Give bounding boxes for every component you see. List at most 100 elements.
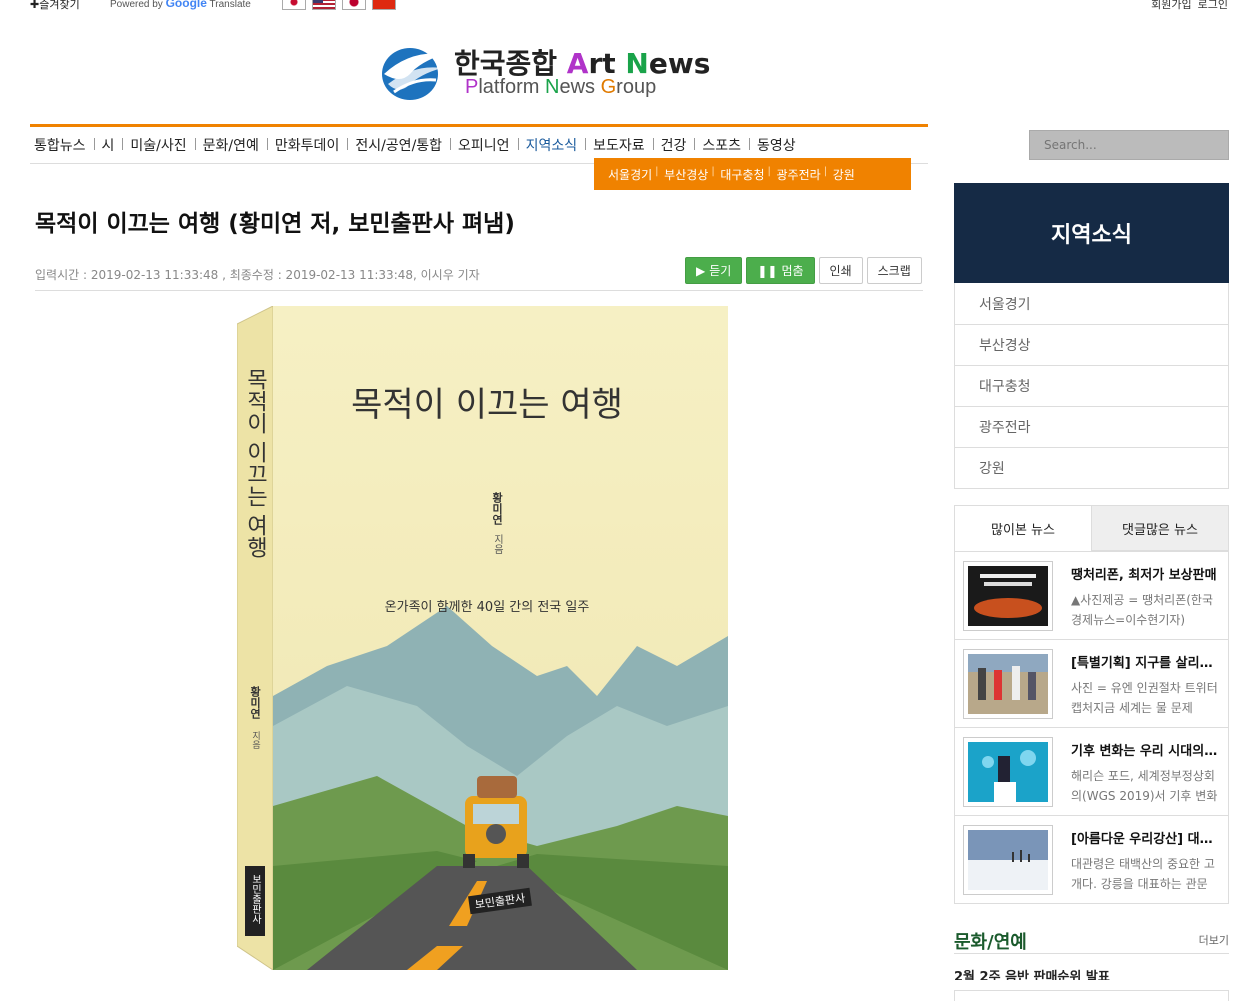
korea-flag-icon[interactable] [282, 0, 306, 10]
logo-subtitle: Platform News Group [465, 76, 656, 99]
logo-ews: ews [648, 47, 711, 80]
nav-item-active[interactable]: 지역소식 [517, 135, 586, 155]
region-link[interactable]: 광주전라 [955, 406, 1228, 447]
article-tools: ▶ 듣기 ❚❚ 멈춤 인쇄 스크랩 [685, 257, 922, 284]
culture-first-item[interactable]: 2월 2주 음반 판매순위 발표 [954, 966, 1229, 980]
region-link[interactable]: 대구충청 [955, 365, 1228, 406]
tabs-header: 많이본 뉴스 댓글많은 뉴스 [955, 506, 1228, 551]
spine-title: 목적이 이끄는 여행 [243, 368, 268, 558]
spine-author-suffix: 지음 [250, 731, 260, 749]
news-thumbnail [963, 825, 1053, 895]
article-title: 목적이 이끄는 여행 (황미연 저, 보민출판사 펴냄) [35, 211, 515, 237]
login-link[interactable]: 로그인 [1198, 0, 1228, 12]
popular-news-tabs: 많이본 뉴스 댓글많은 뉴스 땡처리폰, 최저가 보상판매 ▲사진제공 = 땡처… [954, 505, 1229, 904]
nav-item[interactable]: 만화투데이 [266, 135, 347, 155]
region-link[interactable]: 부산경상 [955, 324, 1228, 365]
nav-item[interactable]: 문화/연예 [194, 135, 267, 155]
news-thumbnail [963, 561, 1053, 631]
subnav-item[interactable]: 서울경기 [602, 166, 658, 183]
spine-author: 황미연 [249, 685, 262, 719]
google-brand: Google [165, 0, 207, 10]
news-title: 기후 변화는 우리 시대의 문제 [1071, 744, 1221, 759]
region-heading: 지역소식 [954, 183, 1229, 283]
china-flag-icon[interactable] [372, 0, 396, 10]
logo-sub-n: N [545, 76, 560, 98]
book-tagline: 온가족이 함께한 40일 간의 전국 일주 [385, 600, 590, 615]
meta-divider [35, 290, 923, 291]
listen-label: 듣기 [709, 264, 732, 278]
play-icon: ▶ [696, 263, 706, 278]
car-wheel [463, 854, 475, 868]
nav-item[interactable]: 시 [93, 135, 123, 155]
powered-prefix: Powered by [110, 0, 163, 10]
stop-label: 멈춤 [781, 264, 804, 278]
nav-item[interactable]: 건강 [652, 135, 695, 155]
search-input[interactable] [1030, 131, 1228, 159]
spine-publisher: 보민출판사 [250, 874, 262, 925]
nav-item[interactable]: 보도자료 [585, 135, 653, 155]
book-author-suffix: 지음 [492, 534, 504, 554]
book-cover-image: 목적이 이끄는 여행 황미연 지음 온가족이 함께한 40일 간의 전국 일주 … [237, 306, 728, 970]
language-flags [282, 0, 396, 10]
bookmark-label: 즐겨찾기 [39, 0, 80, 11]
news-title: [아름다운 우리강산] 대관령 [1071, 832, 1221, 847]
stop-button[interactable]: ❚❚ 멈춤 [746, 257, 815, 284]
search-box [1029, 130, 1229, 160]
logo-wave-icon [382, 48, 444, 100]
region-list: 서울경기 부산경상 대구충청 광주전라 강원 [954, 283, 1229, 489]
news-item[interactable]: 땡처리폰, 최저가 보상판매 ▲사진제공 = 땡처리폰(한국경제뉴스=이수현기자… [955, 551, 1228, 639]
subnav-item[interactable]: 강원 [824, 166, 861, 183]
region-link[interactable]: 서울경기 [955, 283, 1228, 324]
bookmark-link[interactable]: ✚즐겨찾기 [30, 0, 80, 12]
print-button[interactable]: 인쇄 [818, 257, 863, 284]
news-snippet: ▲사진제공 = 땡처리폰(한국경제뉴스=이수현기자) [1071, 593, 1213, 627]
nav-item[interactable]: 미술/사진 [122, 135, 194, 155]
subnav-item[interactable]: 광주전라 [768, 166, 827, 183]
nav-item[interactable]: 동영상 [749, 135, 804, 155]
news-item[interactable]: [아름다운 우리강산] 대관령 대관령은 태백산의 중요한 고개다. 강릉을 대… [955, 815, 1228, 903]
news-item[interactable]: 기후 변화는 우리 시대의 문제 해리슨 포드, 세계정부정상회의(WGS 20… [955, 727, 1228, 815]
spare-tire [486, 824, 506, 844]
news-thumbnail [963, 737, 1053, 807]
news-snippet: 사진 = 유엔 인권절차 트위터 캡처지금 세계는 물 문제 [1071, 681, 1218, 715]
logo-sub-roup: roup [616, 76, 657, 98]
book-author-text: 황미연 [491, 491, 504, 525]
news-thumbnail [963, 649, 1053, 719]
subnav-item[interactable]: 부산경상 [655, 166, 714, 183]
user-links: 회원가입 로그인 [1151, 0, 1228, 12]
more-link[interactable]: 더보기 [1199, 932, 1229, 948]
news-snippet: 대관령은 태백산의 중요한 고개다. 강릉을 대표하는 관문 [1071, 857, 1215, 891]
nav-item[interactable]: 전시/공연/통합 [347, 135, 450, 155]
news-snippet: 해리슨 포드, 세계정부정상회의(WGS 2019)서 기후 변화 [1071, 769, 1218, 803]
signup-link[interactable]: 회원가입 [1151, 0, 1191, 12]
usa-flag-icon[interactable] [312, 0, 336, 10]
article-meta: 입력시간 : 2019-02-13 11:33:48 , 최종수정 : 2019… [35, 268, 480, 282]
roof-luggage [477, 776, 517, 798]
japan-flag-icon[interactable] [342, 0, 366, 10]
car-wheel [517, 854, 529, 868]
top-utility-bar: ✚즐겨찾기 Powered by Google Translate 회원가입 로… [0, 0, 1254, 14]
logo-sub-latform: latform [478, 76, 546, 98]
powered-suffix: Translate [209, 0, 251, 10]
book-title-text: 목적이 이끄는 여행 [351, 385, 623, 425]
logo-sub-ews: ews [559, 76, 601, 98]
culture-title[interactable]: 문화/연예 [954, 928, 1027, 954]
news-item[interactable]: [특별기획] 지구를 살리는 길 사진 = 유엔 인권절차 트위터 캡처지금 세… [955, 639, 1228, 727]
culture-box [954, 990, 1229, 1001]
culture-section-header: 문화/연예 더보기 [954, 926, 1229, 954]
scrap-button[interactable]: 스크랩 [866, 257, 922, 284]
subnav-item[interactable]: 대구충청 [711, 166, 770, 183]
car-window [473, 804, 519, 824]
region-news-box: 지역소식 서울경기 부산경상 대구충청 광주전라 강원 [954, 183, 1229, 489]
region-link[interactable]: 강원 [955, 447, 1228, 488]
nav-item[interactable]: 스포츠 [694, 135, 749, 155]
listen-button[interactable]: ▶ 듣기 [685, 257, 743, 284]
pause-icon: ❚❚ [757, 263, 778, 278]
google-translate-credit: Powered by Google Translate [110, 0, 251, 10]
nav-item[interactable]: 통합뉴스 [30, 135, 94, 155]
tab-most-commented[interactable]: 댓글많은 뉴스 [1092, 506, 1228, 551]
logo-sub-p: P [465, 76, 479, 98]
nav-item[interactable]: 오피니언 [450, 135, 518, 155]
site-logo[interactable]: 한국종합 Art News Platform News Group [380, 42, 710, 102]
tab-most-viewed[interactable]: 많이본 뉴스 [955, 506, 1092, 551]
